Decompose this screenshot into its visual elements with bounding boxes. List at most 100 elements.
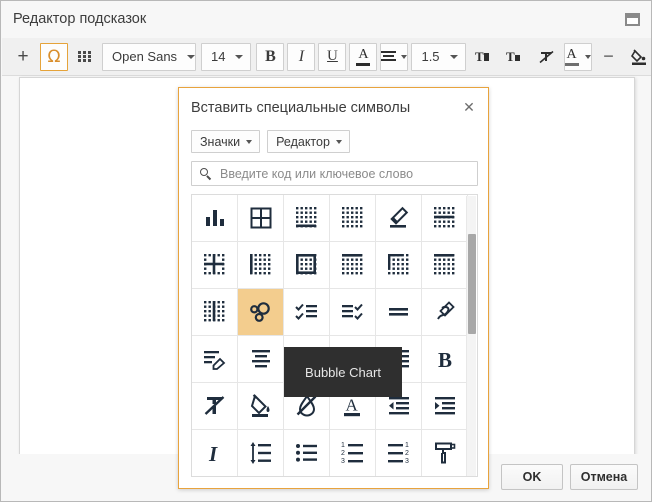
format-indent-increase-icon	[434, 397, 455, 415]
svg-text:B: B	[438, 348, 452, 372]
close-icon[interactable]: ✕	[461, 100, 477, 116]
icon-cell-checklist-rtl[interactable]	[330, 289, 376, 336]
icon-cell-format-paint[interactable]	[422, 430, 468, 476]
icon-cell-format-line-spacing[interactable]	[238, 430, 284, 476]
decrease-font-button[interactable]: T	[502, 43, 530, 71]
font-family-value: Open Sans	[112, 49, 178, 64]
omega-icon: Ω	[47, 46, 61, 67]
format-align-center-icon	[251, 350, 270, 368]
format-italic-icon: I	[208, 442, 218, 466]
format-list-numbered-rtl-icon: 123	[387, 442, 409, 465]
chevron-down-icon	[449, 54, 458, 59]
cancel-button[interactable]: Отмена	[570, 464, 638, 490]
dialog-title: Вставить специальные символы	[191, 100, 411, 116]
bold-button[interactable]: B	[256, 42, 285, 71]
remove-format-button[interactable]: −	[595, 43, 623, 71]
icon-cell-border-bottom[interactable]	[284, 195, 330, 242]
icon-cell-format-color-fill[interactable]	[238, 383, 284, 430]
text-color-icon: A	[564, 47, 579, 66]
icon-cell-edit-note[interactable]	[192, 336, 238, 383]
fill-bucket-icon	[630, 48, 646, 65]
format-list-bulleted-icon	[295, 444, 317, 462]
icon-cell-border-top[interactable]	[422, 242, 468, 289]
icon-cell-border-style[interactable]	[330, 242, 376, 289]
icon-tooltip: Bubble Chart	[284, 347, 402, 397]
icon-cell-border-none[interactable]	[330, 195, 376, 242]
increase-font-button[interactable]: T	[471, 43, 499, 71]
restore-window-bar	[627, 15, 638, 18]
icon-cell-draw[interactable]	[422, 289, 468, 336]
font-size-value: 14	[211, 49, 226, 64]
fill-color-button[interactable]	[626, 43, 651, 71]
svg-text:2: 2	[405, 450, 409, 457]
icon-cell-border-outer[interactable]	[284, 242, 330, 289]
icon-cell-drag-handle[interactable]	[376, 289, 422, 336]
category-dropdown[interactable]: Значки	[191, 130, 261, 153]
underline-icon: U	[327, 48, 338, 64]
chevron-down-icon	[335, 139, 342, 144]
icon-grid-scrollbar[interactable]	[466, 196, 476, 476]
border-left-icon	[249, 254, 270, 275]
icon-cell-format-indent-increase[interactable]	[422, 383, 468, 430]
minus-icon: −	[603, 46, 614, 66]
underline-button[interactable]: U	[318, 42, 347, 71]
icon-cell-table[interactable]	[238, 195, 284, 242]
font-color-button[interactable]: A	[349, 42, 378, 71]
border-bottom-icon	[295, 207, 316, 228]
apps-grid-button[interactable]	[71, 43, 99, 71]
source-dropdown-label: Редактор	[276, 134, 330, 149]
edit-note-icon	[203, 351, 225, 370]
icon-cell-format-italic[interactable]: I	[192, 430, 238, 476]
chevron-down-icon	[235, 54, 244, 59]
italic-button[interactable]: I	[287, 42, 316, 71]
plus-icon: +	[17, 45, 29, 67]
text-color-bar	[564, 62, 579, 66]
search-field[interactable]	[191, 161, 478, 186]
icon-cell-border-left[interactable]	[238, 242, 284, 289]
source-dropdown[interactable]: Редактор	[267, 130, 350, 153]
chevron-down-icon	[187, 54, 196, 59]
icon-cell-border-inner[interactable]	[192, 242, 238, 289]
icon-cell-border-color[interactable]	[376, 195, 422, 242]
border-inner-icon	[203, 254, 224, 275]
format-color-fill-icon	[250, 394, 269, 417]
icon-cell-format-bold[interactable]: B	[422, 336, 468, 383]
icon-cell-format-clear[interactable]	[192, 383, 238, 430]
scrollbar-thumb[interactable]	[468, 234, 476, 334]
draw-icon	[436, 301, 455, 320]
border-style-icon	[341, 254, 362, 275]
svg-text:T: T	[475, 49, 484, 64]
window-title: Редактор подсказок	[13, 11, 147, 27]
icon-cell-bar-chart[interactable]	[192, 195, 238, 242]
special-characters-button[interactable]: Ω	[40, 42, 68, 71]
font-family-select[interactable]: Open Sans	[102, 42, 196, 71]
icon-cell-border-top-left[interactable]	[376, 242, 422, 289]
text-color-button[interactable]: A	[563, 42, 592, 71]
icon-cell-format-list-bulleted[interactable]	[284, 430, 330, 476]
search-input[interactable]	[218, 165, 477, 182]
insert-button[interactable]: +	[9, 43, 37, 71]
restore-window-icon[interactable]	[625, 13, 640, 26]
icon-cell-checklist[interactable]	[284, 289, 330, 336]
icon-grid-container: BAI123123 Bubble Chart	[191, 194, 478, 477]
icon-cell-format-align-center[interactable]	[238, 336, 284, 383]
font-color-letter: A	[358, 46, 369, 62]
icon-cell-border-vertical[interactable]	[192, 289, 238, 336]
font-color-icon: A	[356, 46, 371, 66]
line-height-select[interactable]: 1.5	[411, 42, 466, 71]
align-button[interactable]	[380, 42, 409, 71]
icon-cell-border-horizontal[interactable]	[422, 195, 468, 242]
chevron-down-icon	[246, 139, 253, 144]
category-dropdown-label: Значки	[200, 134, 241, 149]
format-line-spacing-icon	[250, 442, 271, 464]
table-icon	[250, 207, 271, 229]
font-size-select[interactable]: 14	[201, 42, 252, 71]
border-horizontal-icon	[433, 207, 454, 228]
icon-cell-bubble-chart[interactable]	[238, 289, 284, 336]
icon-cell-format-list-numbered[interactable]: 123	[330, 430, 376, 476]
border-top-icon	[433, 254, 454, 275]
icon-cell-format-list-numbered-rtl[interactable]: 123	[376, 430, 422, 476]
ok-button[interactable]: OK	[501, 464, 563, 490]
svg-text:T: T	[506, 49, 515, 64]
clear-format-button[interactable]	[533, 43, 561, 71]
